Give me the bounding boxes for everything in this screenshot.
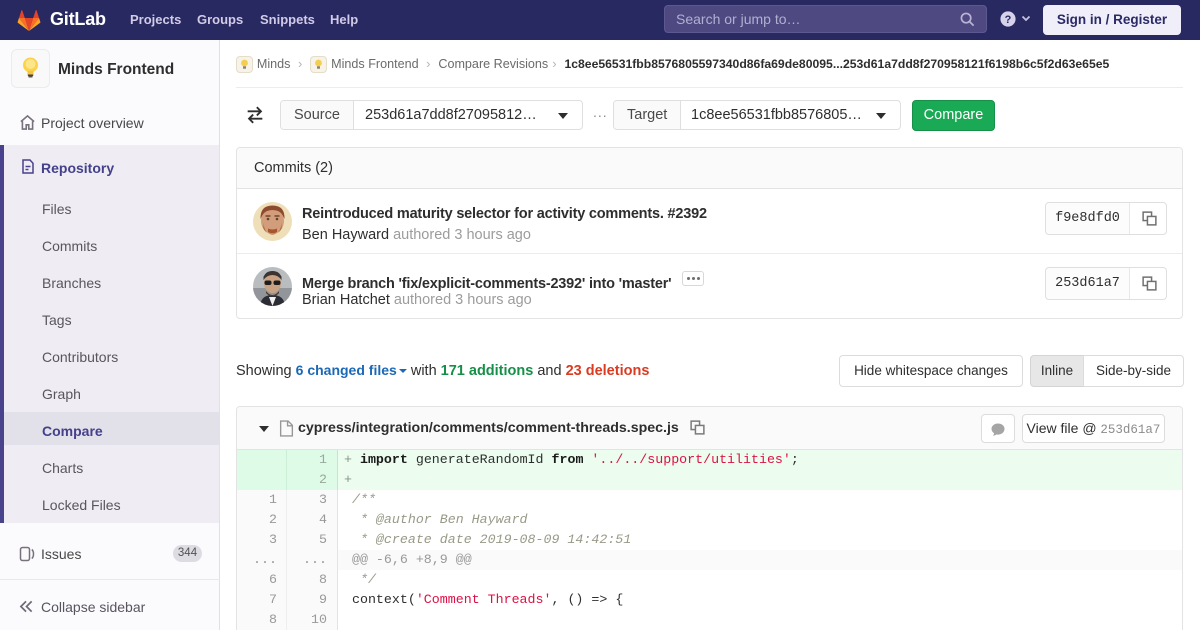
svg-text:?: ? bbox=[1005, 14, 1012, 26]
